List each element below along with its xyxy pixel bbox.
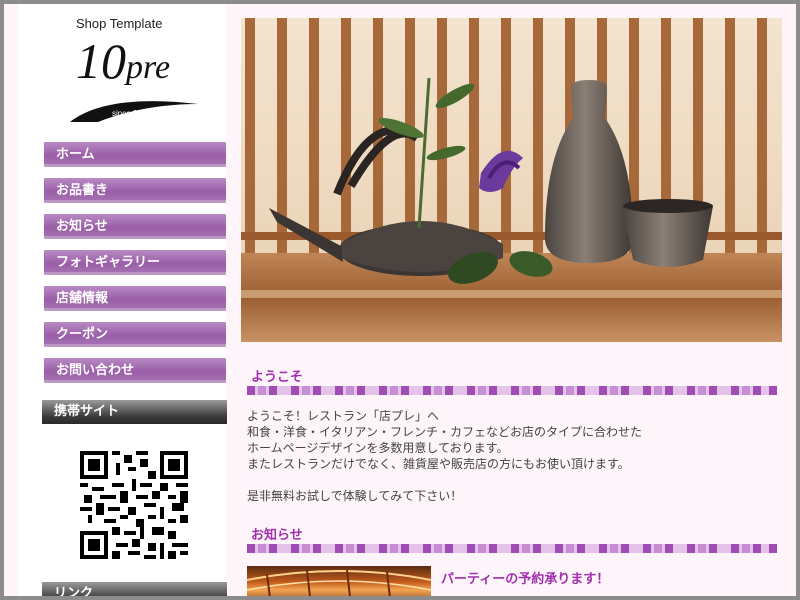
links-heading: リンク [42, 582, 227, 596]
welcome-divider [247, 386, 777, 395]
news-heading: お知らせ [251, 528, 303, 543]
nav-item-gallery[interactable]: フォトギャラリー [44, 250, 226, 275]
welcome-heading: ようこそ [251, 370, 304, 385]
page-frame: Shop Template 10pre since 2009 ホーム お品書き … [4, 4, 796, 596]
nav-item-coupon[interactable]: クーポン [44, 322, 226, 347]
welcome-text: ようこそ！レストラン「店プレ」へ 和食・洋食・イタリアン・フレンチ・カフェなどお… [247, 408, 642, 504]
nav-item-menu[interactable]: お品書き [44, 178, 226, 203]
welcome-line: ホームページデザインを多数用意しております。 [247, 441, 509, 455]
news-divider [247, 544, 777, 553]
news-item-title[interactable]: パーティーの予約承ります！ [441, 568, 609, 587]
logo-swoosh-icon: since 2009 [70, 101, 198, 122]
logo-suffix: pre [126, 49, 171, 86]
site-logo[interactable]: Shop Template 10pre since 2009 [58, 14, 198, 124]
logo-since: since 2009 [112, 109, 151, 118]
news-thumbnail-graphic [247, 569, 431, 596]
sidebar: Shop Template 10pre since 2009 ホーム お品書き … [18, 4, 227, 596]
welcome-line: 是非無料お試しで体験してみて下さい！ [247, 489, 463, 503]
hero-image [241, 18, 782, 342]
welcome-line: ようこそ！レストラン「店プレ」へ [247, 409, 440, 423]
main-nav: ホーム お品書き お知らせ フォトギャラリー 店舗情報 クーポン お問い合わせ [44, 142, 226, 394]
logo-number: 10 [76, 33, 126, 89]
qr-code-icon[interactable] [80, 451, 188, 559]
logo-tagline: Shop Template [76, 16, 163, 31]
news-thumbnail-image[interactable] [247, 566, 431, 596]
welcome-line: 和食・洋食・イタリアン・フレンチ・カフェなどお店のタイプに合わせた [247, 425, 643, 439]
nav-item-contact[interactable]: お問い合わせ [44, 358, 226, 383]
nav-item-news[interactable]: お知らせ [44, 214, 226, 239]
mobile-site-heading: 携帯サイト [42, 400, 227, 424]
nav-item-home[interactable]: ホーム [44, 142, 226, 167]
logo-wordmark: 10pre [76, 36, 170, 86]
welcome-line: またレストランだけでなく、雑貨屋や販売店の方にもお使い頂けます。 [247, 457, 630, 471]
welcome-line [247, 472, 642, 488]
nav-item-store-info[interactable]: 店舗情報 [44, 286, 226, 311]
